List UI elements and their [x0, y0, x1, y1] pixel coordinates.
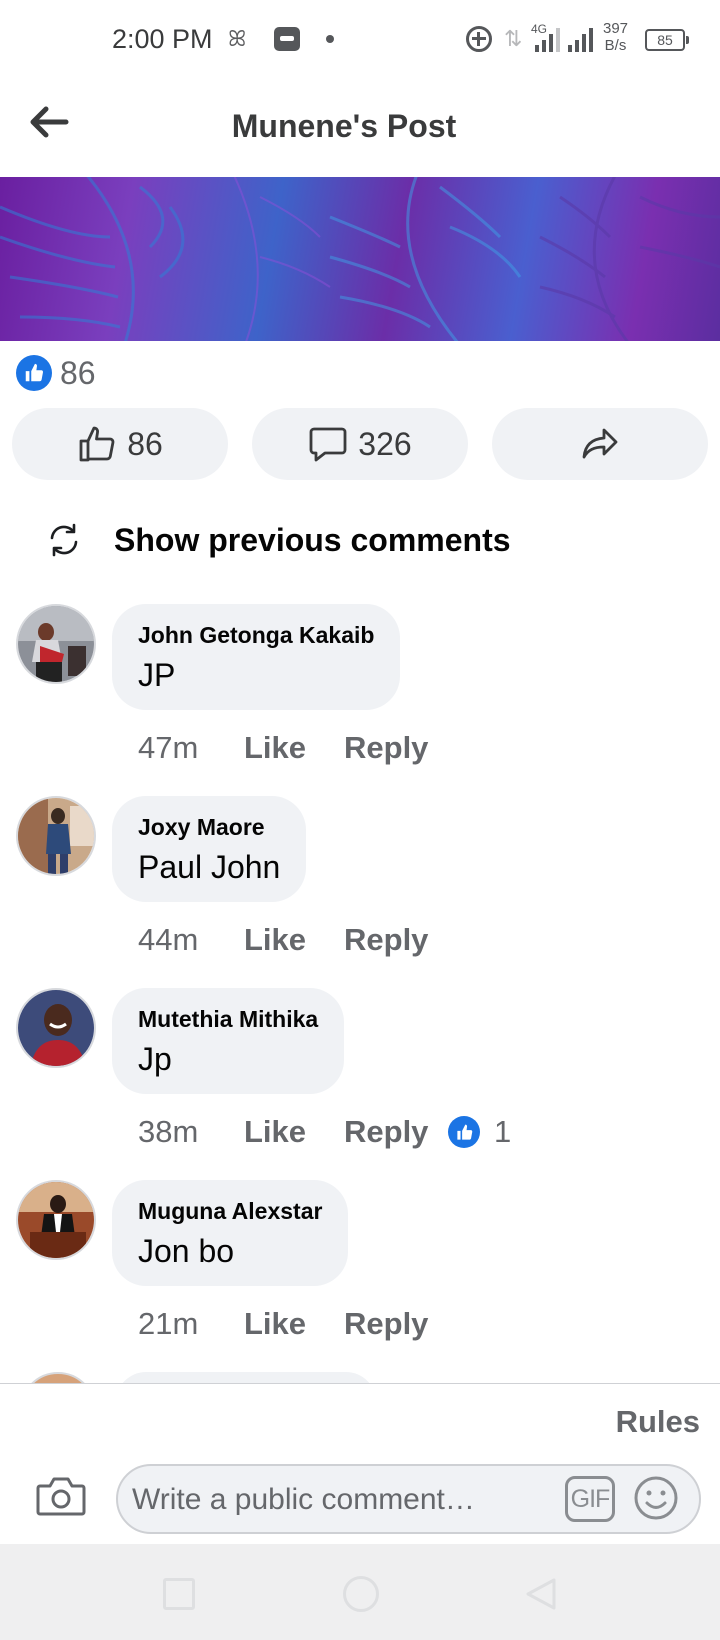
thumbs-up-icon — [79, 426, 115, 462]
signal-strength-2-icon — [568, 26, 593, 52]
avatar[interactable] — [16, 796, 96, 876]
comment-reaction-count: 1 — [494, 1114, 512, 1149]
app-header: Munene's Post — [0, 80, 720, 177]
page-title: Munene's Post — [231, 108, 457, 144]
comment-author[interactable]: Joxy Maore — [138, 814, 280, 841]
avatar[interactable] — [16, 988, 96, 1068]
palm-leaves-pattern — [0, 177, 720, 341]
comment-author[interactable]: Muguna Alexstar — [138, 1198, 322, 1225]
avatar-photo — [18, 798, 94, 874]
gif-button[interactable]: GIF — [565, 1476, 615, 1522]
share-button[interactable] — [492, 408, 708, 480]
battery-icon: 85 — [645, 29, 689, 51]
show-previous-comments[interactable]: Show previous comments — [44, 516, 511, 564]
comment-input-box[interactable]: GIF — [116, 1464, 701, 1534]
signal-strength-icon — [535, 26, 560, 52]
comment-bubble[interactable]: Muguna Alexstar Jon bo — [112, 1180, 349, 1286]
show-previous-label: Show previous comments — [114, 522, 511, 558]
comment-reply-button[interactable]: Reply — [344, 922, 452, 958]
comment-bubble[interactable]: John Getonga Kakaib JP — [112, 604, 401, 710]
triangle-back-icon — [526, 1578, 556, 1610]
comment-meta: 47m Like Reply — [138, 730, 452, 766]
emoji-button[interactable] — [632, 1474, 680, 1522]
comment-like-button[interactable]: Like — [244, 1114, 344, 1150]
comment-time: 38m — [138, 1114, 199, 1149]
comment-bubble[interactable]: Joxy Maore Paul John — [112, 796, 307, 902]
camera-icon — [36, 1477, 86, 1516]
camera-button[interactable] — [36, 1474, 86, 1518]
comment-reply-button[interactable]: Reply — [344, 1306, 452, 1342]
avatar-photo — [18, 990, 94, 1066]
like-reaction-icon — [448, 1116, 480, 1148]
speed-value: 397 — [603, 20, 629, 37]
system-back-button[interactable] — [524, 1576, 558, 1612]
like-button[interactable]: 86 — [12, 408, 228, 480]
comment-reply-button[interactable]: Reply — [344, 1114, 452, 1150]
system-navigation-bar — [0, 1544, 720, 1640]
network-speed: 397 B/s — [603, 20, 628, 54]
home-button[interactable] — [343, 1576, 379, 1612]
comment-meta: 44m Like Reply — [138, 922, 452, 958]
share-arrow-icon — [582, 428, 618, 459]
comment-meta: 21m Like Reply — [138, 1306, 452, 1342]
comment-author[interactable]: John Getonga Kakaib — [138, 622, 374, 649]
like-count: 86 — [127, 425, 163, 462]
comment-bubble-icon — [309, 427, 347, 462]
rules-link[interactable]: Rules — [616, 1404, 700, 1440]
avatar[interactable] — [16, 604, 96, 684]
comment-text: Jp — [138, 1041, 172, 1077]
comment-input[interactable] — [132, 1478, 552, 1522]
post-image[interactable] — [0, 177, 720, 341]
speed-unit: B/s — [604, 37, 627, 54]
reaction-count: 86 — [60, 354, 96, 391]
comment-bubble[interactable]: Mutethia Mithika Jp — [112, 988, 345, 1094]
comment-text: Paul John — [138, 849, 281, 885]
avatar-photo — [18, 606, 94, 682]
recent-apps-button[interactable] — [163, 1578, 195, 1610]
status-time: 2:00 PM — [112, 24, 213, 54]
comment-time: 47m — [138, 730, 199, 765]
avatar-photo — [18, 1182, 94, 1258]
comment-reactions[interactable]: 1 — [448, 1114, 511, 1150]
status-bar: 2:00 PM ꕤ ⇅ 4G 397 B/s 85 — [0, 0, 720, 80]
comment-like-button[interactable]: Like — [244, 1306, 344, 1342]
data-saver-icon — [466, 26, 492, 52]
more-notifications-dot-icon — [326, 35, 334, 43]
comment-author[interactable]: Mutethia Mithika — [138, 1006, 318, 1033]
smiley-icon — [634, 1476, 678, 1520]
avatar[interactable] — [16, 1180, 96, 1260]
refresh-icon — [50, 523, 78, 557]
notification-icon: ꕤ — [228, 26, 247, 51]
comment-text: JP — [138, 657, 176, 693]
comment-button[interactable]: 326 — [252, 408, 468, 480]
reaction-summary[interactable]: 86 — [16, 354, 96, 392]
data-transfer-icon: ⇅ — [504, 26, 523, 51]
comment-meta: 38m Like Reply 1 — [138, 1114, 511, 1150]
comment-time: 21m — [138, 1306, 199, 1341]
comment-composer: Rules GIF — [0, 1383, 720, 1544]
comment-time: 44m — [138, 922, 199, 957]
comment-like-button[interactable]: Like — [244, 730, 344, 766]
comment-count: 326 — [358, 425, 412, 462]
next-comment-partial — [0, 1370, 720, 1384]
game-controller-icon — [274, 27, 300, 51]
like-reaction-icon — [16, 355, 52, 391]
comment-reply-button[interactable]: Reply — [344, 730, 452, 766]
comment-like-button[interactable]: Like — [244, 922, 344, 958]
comment-text: Jon bo — [138, 1233, 235, 1269]
